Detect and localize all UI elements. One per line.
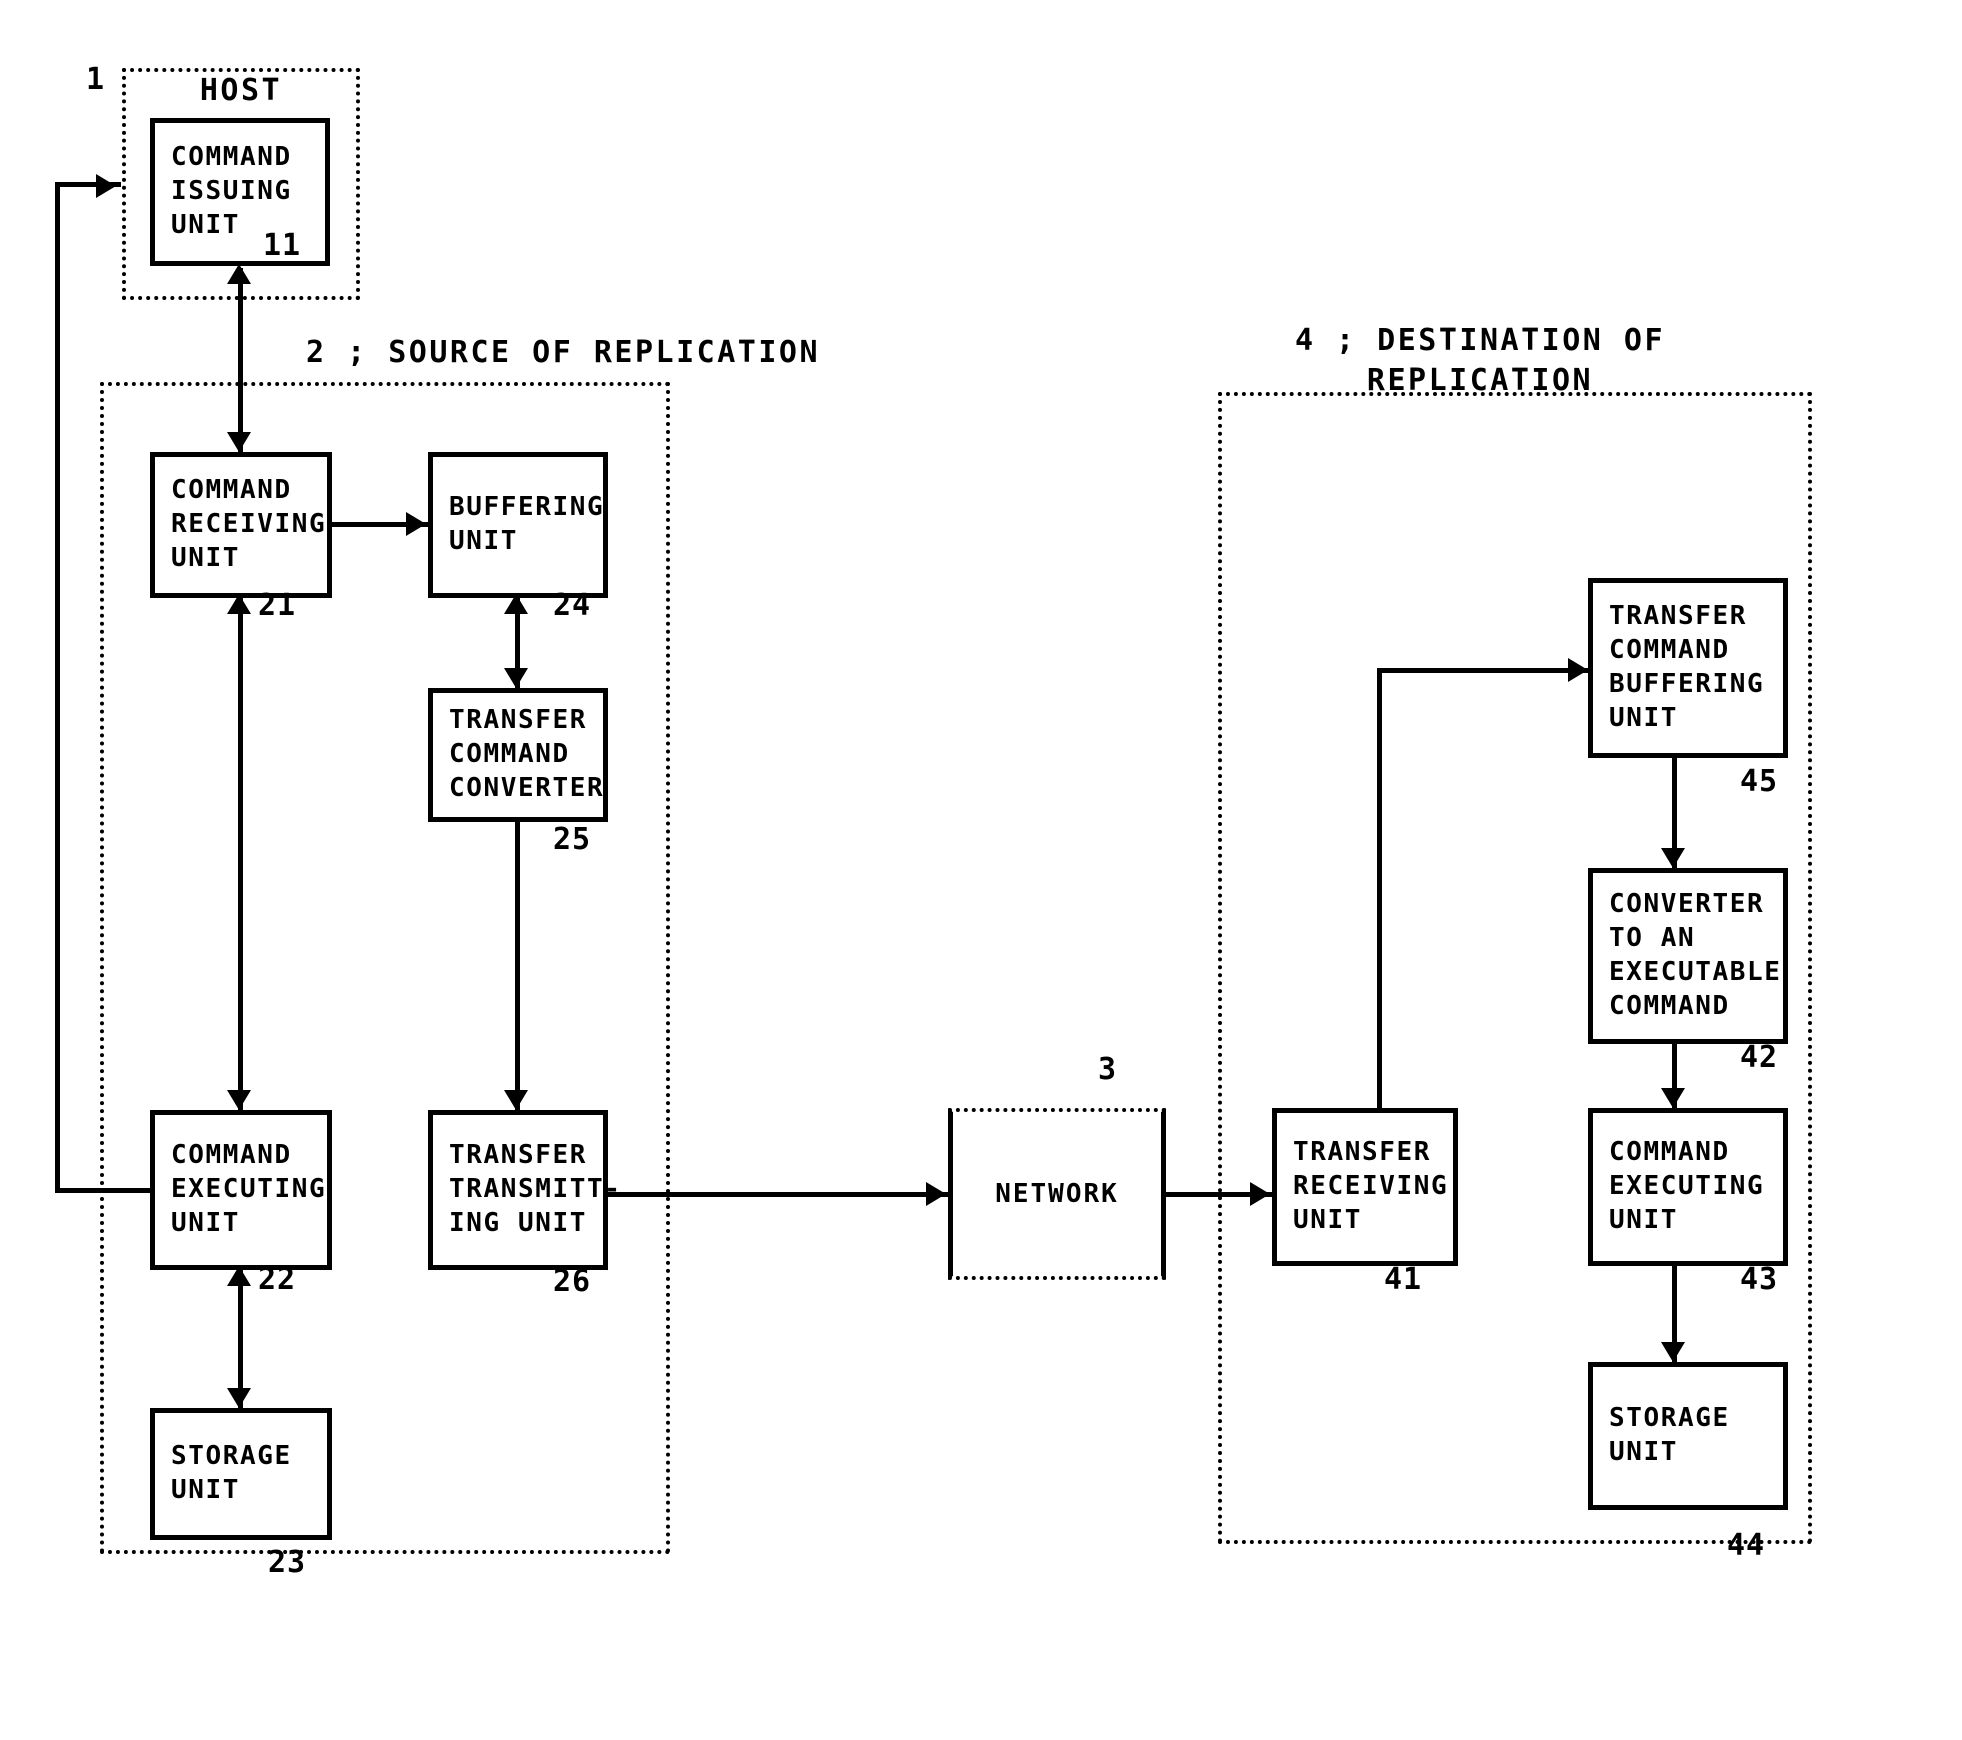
numeral-24: 24 bbox=[553, 588, 592, 623]
arrowhead-up-host bbox=[227, 264, 251, 284]
numeral-43: 43 bbox=[1740, 1262, 1779, 1297]
connector-transmitting-to-network bbox=[608, 1192, 952, 1197]
arrowhead-down-converter bbox=[504, 668, 528, 688]
block-transfer-command-converter[interactable]: TRANSFER COMMAND CONVERTER bbox=[428, 688, 608, 822]
arrowhead-down-executing bbox=[227, 1090, 251, 1110]
connector-receiving-to-executing bbox=[238, 598, 243, 1112]
block-network[interactable]: NETWORK bbox=[948, 1108, 1166, 1280]
block-command-executing-unit-source-label: COMMAND EXECUTING UNIT bbox=[171, 1140, 327, 1238]
block-network-label: NETWORK bbox=[995, 1179, 1119, 1209]
arrowhead-down-receiving bbox=[227, 432, 251, 452]
block-buffering-unit-label: BUFFERING UNIT bbox=[449, 492, 605, 556]
connector-feedback-bottom bbox=[55, 1188, 153, 1193]
connector-converter-to-transmitting bbox=[515, 822, 520, 1112]
block-command-issuing-unit[interactable]: COMMAND ISSUING UNIT bbox=[150, 118, 330, 266]
block-storage-unit-dest-label: STORAGE UNIT bbox=[1609, 1403, 1730, 1467]
numeral-23: 23 bbox=[268, 1545, 307, 1580]
block-command-executing-unit-dest[interactable]: COMMAND EXECUTING UNIT bbox=[1588, 1108, 1788, 1266]
numeral-45: 45 bbox=[1740, 764, 1779, 799]
block-converter-to-executable-label: CONVERTER TO AN EXECUTABLE COMMAND bbox=[1609, 889, 1782, 1021]
block-transfer-transmitting-unit[interactable]: TRANSFER TRANSMITT- ING UNIT bbox=[428, 1110, 620, 1270]
block-transfer-command-buffering-unit-label: TRANSFER COMMAND BUFFERING UNIT bbox=[1609, 601, 1765, 733]
arrowhead-right-network bbox=[926, 1182, 946, 1206]
arrowhead-down-executing-dest bbox=[1661, 1088, 1685, 1108]
connector-transfer-receiving-up bbox=[1377, 668, 1382, 1112]
block-command-receiving-unit[interactable]: COMMAND RECEIVING UNIT bbox=[150, 452, 332, 598]
numeral-1: 1 bbox=[86, 62, 106, 97]
host-title: HOST bbox=[199, 73, 283, 108]
numeral-26: 26 bbox=[553, 1264, 592, 1299]
connector-feedback-left bbox=[55, 182, 60, 1193]
numeral-11: 11 bbox=[263, 228, 302, 263]
numeral-42: 42 bbox=[1740, 1040, 1779, 1075]
block-buffering-unit[interactable]: BUFFERING UNIT bbox=[428, 452, 608, 598]
block-transfer-command-converter-label: TRANSFER COMMAND CONVERTER bbox=[449, 705, 605, 803]
block-converter-to-executable[interactable]: CONVERTER TO AN EXECUTABLE COMMAND bbox=[1588, 868, 1788, 1044]
numeral-44: 44 bbox=[1727, 1528, 1766, 1563]
numeral-25: 25 bbox=[553, 822, 592, 857]
block-transfer-receiving-unit[interactable]: TRANSFER RECEIVING UNIT bbox=[1272, 1108, 1458, 1266]
arrowhead-right-buffering bbox=[406, 512, 426, 536]
arrowhead-down-storage-source bbox=[227, 1388, 251, 1408]
arrowhead-down-transmitting bbox=[504, 1090, 528, 1110]
block-transfer-receiving-unit-label: TRANSFER RECEIVING UNIT bbox=[1293, 1137, 1449, 1235]
block-command-receiving-unit-label: COMMAND RECEIVING UNIT bbox=[171, 475, 327, 573]
block-transfer-command-buffering-unit[interactable]: TRANSFER COMMAND BUFFERING UNIT bbox=[1588, 578, 1788, 758]
numeral-21: 21 bbox=[258, 588, 297, 623]
block-command-executing-unit-source[interactable]: COMMAND EXECUTING UNIT bbox=[150, 1110, 332, 1270]
arrowhead-right-transfer-receiving bbox=[1250, 1182, 1270, 1206]
arrowhead-right-host bbox=[96, 174, 116, 198]
arrowhead-up-buffering bbox=[504, 594, 528, 614]
figure-canvas: 1 HOST COMMAND ISSUING UNIT 11 2 ; SOURC… bbox=[0, 0, 1962, 1740]
numeral-41: 41 bbox=[1384, 1262, 1423, 1297]
connector-host-to-receiving bbox=[238, 268, 243, 454]
block-transfer-transmitting-unit-label: TRANSFER TRANSMITT- ING UNIT bbox=[449, 1140, 622, 1238]
arrowhead-right-transfer-buffering bbox=[1568, 658, 1588, 682]
block-command-executing-unit-dest-label: COMMAND EXECUTING UNIT bbox=[1609, 1137, 1765, 1235]
arrowhead-down-storage-dest bbox=[1661, 1342, 1685, 1362]
arrowhead-up-receiving bbox=[227, 594, 251, 614]
destination-of-replication-caption-line1: 4 ; DESTINATION OF bbox=[1294, 323, 1666, 358]
numeral-22: 22 bbox=[258, 1262, 297, 1297]
arrowhead-down-executable-converter bbox=[1661, 848, 1685, 868]
block-storage-unit-source[interactable]: STORAGE UNIT bbox=[150, 1408, 332, 1540]
source-of-replication-caption: 2 ; SOURCE OF REPLICATION bbox=[306, 335, 821, 370]
arrowhead-up-executing-source bbox=[227, 1266, 251, 1286]
connector-transfer-receiving-right bbox=[1377, 668, 1592, 673]
numeral-3: 3 bbox=[1098, 1052, 1118, 1087]
block-storage-unit-dest[interactable]: STORAGE UNIT bbox=[1588, 1362, 1788, 1510]
block-storage-unit-source-label: STORAGE UNIT bbox=[171, 1441, 292, 1505]
destination-of-replication-caption-line2: REPLICATION bbox=[1366, 363, 1594, 398]
